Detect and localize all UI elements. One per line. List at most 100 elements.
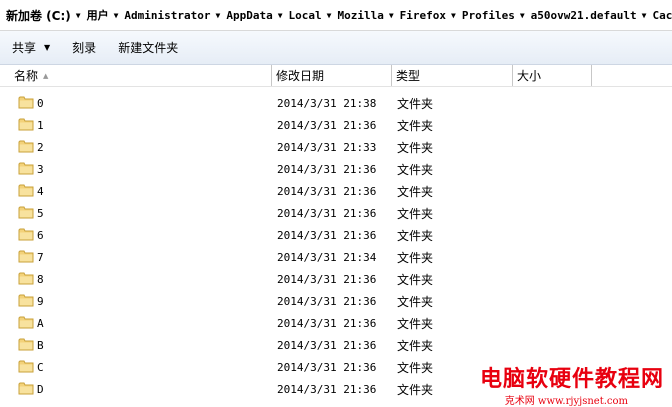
chevron-down-icon[interactable]: ▼ — [518, 11, 527, 20]
breadcrumb-item-label: Administrator — [124, 8, 211, 22]
chevron-down-icon: ▼ — [44, 43, 51, 52]
breadcrumb-item[interactable]: AppData ▼ — [222, 9, 284, 22]
breadcrumb-item-label: Local — [288, 8, 322, 22]
breadcrumb-item[interactable]: Profiles ▼ — [458, 9, 527, 22]
sort-arrow-icon: ▲ — [43, 71, 49, 80]
file-type: 文件夹 — [397, 338, 434, 353]
chevron-down-icon[interactable]: ▼ — [74, 11, 83, 20]
breadcrumb-item[interactable]: Firefox ▼ — [396, 9, 458, 22]
file-name: A — [37, 316, 44, 330]
column-header-size[interactable]: 大小 — [513, 65, 592, 86]
column-header-name[interactable]: 名称 ▲ — [0, 65, 272, 86]
breadcrumb-item-label: AppData — [226, 8, 273, 22]
folder-icon — [18, 140, 34, 153]
column-header: 名称 ▲ 修改日期 类型 大小 — [0, 65, 672, 87]
file-type: 文件夹 — [397, 272, 434, 287]
chevron-down-icon[interactable]: ▼ — [387, 11, 396, 20]
breadcrumb-item-label: Mozilla — [337, 8, 384, 22]
file-date: 2014/3/31 21:36 — [277, 316, 377, 330]
breadcrumb-item[interactable]: Administrator ▼ — [120, 9, 222, 22]
folder-icon — [18, 228, 34, 241]
file-type: 文件夹 — [397, 140, 434, 155]
file-type: 文件夹 — [397, 294, 434, 309]
list-item[interactable]: B 2014/3/31 21:36 文件夹 — [0, 334, 672, 356]
breadcrumb-item-label: Firefox — [399, 8, 447, 22]
folder-icon — [18, 206, 34, 219]
column-size-label: 大小 — [517, 69, 542, 83]
breadcrumb-item-label: a50ovw21.default — [530, 8, 637, 22]
breadcrumb-item[interactable]: 用户 ▼ — [83, 7, 121, 23]
breadcrumb-item[interactable]: Cache — [648, 9, 672, 22]
file-type: 文件夹 — [397, 250, 434, 265]
breadcrumb-item[interactable]: Local ▼ — [285, 9, 334, 22]
chevron-down-icon[interactable]: ▼ — [276, 11, 285, 20]
file-name: 4 — [37, 184, 44, 198]
list-item[interactable]: 2 2014/3/31 21:33 文件夹 — [0, 136, 672, 158]
file-name: 3 — [37, 162, 44, 176]
chevron-down-icon[interactable]: ▼ — [214, 11, 223, 20]
file-name: 6 — [37, 228, 44, 242]
breadcrumb-item[interactable]: a50ovw21.default ▼ — [527, 9, 649, 22]
column-header-date[interactable]: 修改日期 — [272, 65, 392, 86]
toolbar: 共享 ▼ 刻录 新建文件夹 — [0, 31, 672, 65]
chevron-down-icon[interactable]: ▼ — [449, 11, 458, 20]
file-date: 2014/3/31 21:36 — [277, 162, 377, 176]
list-item[interactable]: 0 2014/3/31 21:38 文件夹 — [0, 92, 672, 114]
list-item[interactable]: 6 2014/3/31 21:36 文件夹 — [0, 224, 672, 246]
list-item[interactable]: 4 2014/3/31 21:36 文件夹 — [0, 180, 672, 202]
burn-button-label: 刻录 — [72, 41, 97, 55]
file-date: 2014/3/31 21:36 — [277, 118, 377, 132]
file-name: 8 — [37, 272, 44, 286]
folder-icon — [18, 338, 34, 351]
folder-icon — [18, 96, 34, 109]
breadcrumb-item-label: Profiles — [461, 8, 515, 22]
folder-icon — [18, 382, 34, 395]
folder-icon — [18, 162, 34, 175]
chevron-down-icon[interactable]: ▼ — [112, 11, 121, 20]
file-type: 文件夹 — [397, 162, 434, 177]
file-type: 文件夹 — [397, 206, 434, 221]
list-item[interactable]: 5 2014/3/31 21:36 文件夹 — [0, 202, 672, 224]
share-button-label: 共享 — [12, 41, 37, 55]
file-type: 文件夹 — [397, 96, 434, 111]
file-type: 文件夹 — [397, 382, 434, 397]
file-name: 1 — [37, 118, 44, 132]
file-date: 2014/3/31 21:36 — [277, 206, 377, 220]
file-type: 文件夹 — [397, 316, 434, 331]
file-date: 2014/3/31 21:33 — [277, 140, 377, 154]
share-button[interactable]: 共享 ▼ — [6, 37, 56, 59]
breadcrumb-item[interactable]: Mozilla ▼ — [333, 9, 395, 22]
file-name: 0 — [37, 96, 44, 110]
list-item[interactable]: 7 2014/3/31 21:34 文件夹 — [0, 246, 672, 268]
file-name: 7 — [37, 250, 44, 264]
file-name: D — [37, 382, 44, 396]
file-type: 文件夹 — [397, 360, 434, 375]
file-date: 2014/3/31 21:36 — [277, 382, 377, 396]
list-item[interactable]: 3 2014/3/31 21:36 文件夹 — [0, 158, 672, 180]
file-name: 5 — [37, 206, 44, 220]
file-name: B — [37, 338, 44, 352]
file-date: 2014/3/31 21:36 — [277, 184, 377, 198]
file-date: 2014/3/31 21:36 — [277, 360, 377, 374]
list-item[interactable]: 1 2014/3/31 21:36 文件夹 — [0, 114, 672, 136]
list-item[interactable]: 9 2014/3/31 21:36 文件夹 — [0, 290, 672, 312]
file-type: 文件夹 — [397, 184, 434, 199]
chevron-down-icon[interactable]: ▼ — [325, 11, 334, 20]
new-folder-button[interactable]: 新建文件夹 — [112, 37, 184, 59]
column-type-label: 类型 — [396, 69, 421, 83]
new-folder-button-label: 新建文件夹 — [118, 41, 179, 55]
folder-icon — [18, 184, 34, 197]
chevron-down-icon[interactable]: ▼ — [640, 11, 649, 20]
list-item[interactable]: A 2014/3/31 21:36 文件夹 — [0, 312, 672, 334]
column-header-type[interactable]: 类型 — [392, 65, 513, 86]
folder-icon — [18, 250, 34, 263]
burn-button[interactable]: 刻录 — [66, 37, 102, 59]
breadcrumb-item[interactable]: 新加卷 (C:) ▼ — [0, 7, 83, 24]
folder-icon — [18, 316, 34, 329]
breadcrumb-item-label: 新加卷 (C:) — [6, 8, 71, 23]
list-item[interactable]: 8 2014/3/31 21:36 文件夹 — [0, 268, 672, 290]
folder-icon — [18, 118, 34, 131]
file-name: 9 — [37, 294, 44, 308]
file-date: 2014/3/31 21:36 — [277, 338, 377, 352]
column-name-label: 名称 — [14, 69, 39, 83]
